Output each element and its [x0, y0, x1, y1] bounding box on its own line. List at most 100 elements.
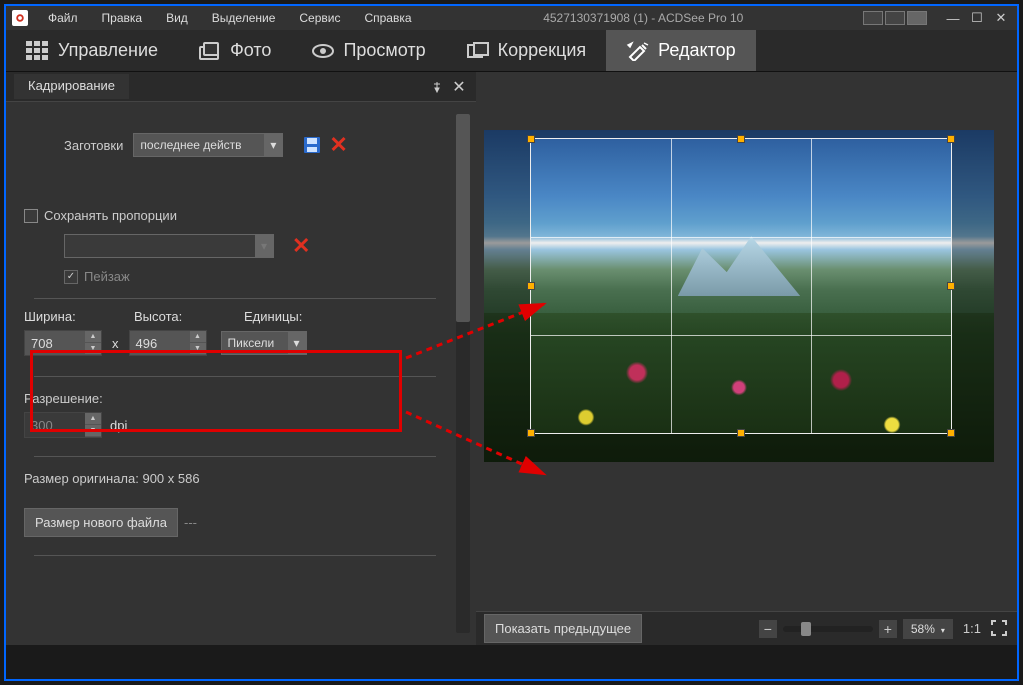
menu-select[interactable]: Выделение — [200, 9, 288, 27]
crop-handle-bm[interactable] — [737, 429, 745, 437]
menu-help[interactable]: Справка — [352, 9, 423, 27]
crop-handle-mr[interactable] — [947, 282, 955, 290]
layout-btn-2[interactable] — [885, 11, 905, 25]
keep-aspect-row: Сохранять пропорции — [24, 208, 446, 223]
crop-rectangle[interactable] — [530, 138, 952, 434]
zoom-in-button[interactable]: + — [879, 620, 897, 638]
zoom-slider[interactable] — [783, 626, 873, 632]
aspect-dropdown: ▾ — [64, 234, 274, 258]
menubar: Файл Правка Вид Выделение Сервис Справка — [36, 9, 424, 27]
units-value: Пиксели — [228, 336, 275, 350]
layout-buttons — [863, 11, 927, 25]
panel-header: Кадрирование ✕ — [6, 72, 476, 102]
crop-handle-tm[interactable] — [737, 135, 745, 143]
zoom-out-button[interactable]: − — [759, 620, 777, 638]
width-spinner[interactable]: ▲▼ — [85, 331, 101, 355]
save-preset-icon[interactable] — [301, 134, 323, 156]
height-input[interactable]: 496 ▲▼ — [129, 330, 207, 356]
keep-aspect-checkbox[interactable] — [24, 209, 38, 223]
clear-aspect-icon[interactable]: ✕ — [292, 233, 310, 259]
menu-edit[interactable]: Правка — [90, 9, 155, 27]
zoom-1to1-button[interactable]: 1:1 — [959, 621, 985, 636]
panel-scrollbar[interactable] — [456, 114, 470, 633]
close-button[interactable]: ✕ — [991, 10, 1011, 26]
tab-manage-label: Управление — [58, 40, 158, 61]
tab-develop-label: Коррекция — [498, 40, 587, 61]
tab-view[interactable]: Просмотр — [291, 30, 445, 71]
minimize-button[interactable]: — — [943, 10, 963, 26]
new-size-value: --- — [184, 515, 197, 530]
crop-handle-tr[interactable] — [947, 135, 955, 143]
titlebar: Файл Правка Вид Выделение Сервис Справка… — [6, 6, 1017, 30]
resolution-value: 300 — [25, 418, 85, 433]
tab-photo-label: Фото — [230, 40, 271, 61]
menu-tools[interactable]: Сервис — [287, 9, 352, 27]
tab-develop[interactable]: Коррекция — [446, 30, 607, 71]
aspect-dropdown-row: ▾ ✕ — [64, 233, 446, 259]
resolution-unit: dpi — [110, 418, 127, 433]
width-label: Ширина: — [24, 309, 134, 324]
landscape-checkbox: ✓ — [64, 270, 78, 284]
new-file-size-button[interactable]: Размер нового файла — [24, 508, 178, 537]
resolution-input: 300 ▲▼ — [24, 412, 102, 438]
fullscreen-icon[interactable] — [991, 620, 1009, 638]
original-size: Размер оригинала: 900 x 586 — [24, 471, 200, 486]
crop-handle-br[interactable] — [947, 429, 955, 437]
panel-body: Заготовки последнее действ ▾ ✕ Сохранять… — [6, 102, 476, 645]
units-label: Единицы: — [244, 309, 354, 324]
crop-handle-bl[interactable] — [527, 429, 535, 437]
x-separator: x — [108, 336, 123, 351]
tab-editor-label: Редактор — [658, 40, 735, 61]
presets-value: последнее действ — [140, 138, 241, 152]
divider — [34, 456, 436, 457]
zoom-value: 58% — [911, 622, 935, 636]
resolution-label: Разрешение: — [24, 391, 103, 406]
presets-row: Заготовки последнее действ ▾ ✕ — [24, 132, 446, 158]
divider — [34, 298, 436, 299]
image-canvas[interactable] — [484, 130, 994, 462]
chevron-down-icon: ▾ — [255, 235, 273, 257]
menu-file[interactable]: Файл — [36, 9, 90, 27]
mode-tabs: Управление Фото Просмотр Коррекция Редак… — [6, 30, 1017, 72]
resolution-spinner: ▲▼ — [85, 413, 101, 437]
tab-photo[interactable]: Фото — [178, 30, 291, 71]
app-window: Файл Правка Вид Выделение Сервис Справка… — [4, 4, 1019, 681]
tab-manage[interactable]: Управление — [6, 30, 178, 71]
chevron-down-icon: ▾ — [288, 332, 306, 354]
units-dropdown[interactable]: Пиксели ▾ — [221, 331, 307, 355]
content-area: Кадрирование ✕ Заготовки последнее дейст… — [6, 72, 1017, 645]
landscape-row: ✓ Пейзаж — [64, 269, 446, 284]
tab-editor[interactable]: Редактор — [606, 30, 755, 71]
original-size-row: Размер оригинала: 900 x 586 — [24, 471, 446, 486]
pin-icon[interactable] — [428, 78, 446, 96]
width-value: 708 — [25, 336, 85, 351]
presets-label: Заготовки — [64, 138, 123, 153]
layout-btn-3[interactable] — [907, 11, 927, 25]
resolution-row: Разрешение: — [24, 391, 446, 406]
window-controls: — ☐ ✕ — [863, 10, 1011, 26]
presets-dropdown[interactable]: последнее действ ▾ — [133, 133, 283, 157]
panel-close-icon[interactable]: ✕ — [450, 78, 468, 96]
layout-btn-1[interactable] — [863, 11, 883, 25]
crop-panel: Кадрирование ✕ Заготовки последнее дейст… — [6, 72, 476, 645]
dimensions-section: Ширина: Высота: Единицы: 708 ▲▼ x 496 — [24, 309, 446, 356]
scroll-thumb[interactable] — [456, 114, 470, 322]
divider — [34, 376, 436, 377]
height-spinner[interactable]: ▲▼ — [190, 331, 206, 355]
panel-title: Кадрирование — [14, 74, 129, 99]
maximize-button[interactable]: ☐ — [967, 10, 987, 26]
width-input[interactable]: 708 ▲▼ — [24, 330, 102, 356]
preview-pane — [476, 72, 1017, 645]
zoom-dropdown[interactable]: 58%▾ — [903, 619, 953, 639]
show-previous-button[interactable]: Показать предыдущее — [484, 614, 642, 643]
crop-handle-tl[interactable] — [527, 135, 535, 143]
preview-area[interactable] — [476, 72, 1017, 645]
landscape-label: Пейзаж — [84, 269, 130, 284]
delete-preset-icon[interactable]: ✕ — [329, 132, 347, 158]
height-value: 496 — [130, 336, 190, 351]
crop-handle-ml[interactable] — [527, 282, 535, 290]
zoom-slider-knob[interactable] — [801, 622, 811, 636]
file-tabs — [6, 645, 1017, 679]
menu-view[interactable]: Вид — [154, 9, 200, 27]
tab-view-label: Просмотр — [343, 40, 425, 61]
